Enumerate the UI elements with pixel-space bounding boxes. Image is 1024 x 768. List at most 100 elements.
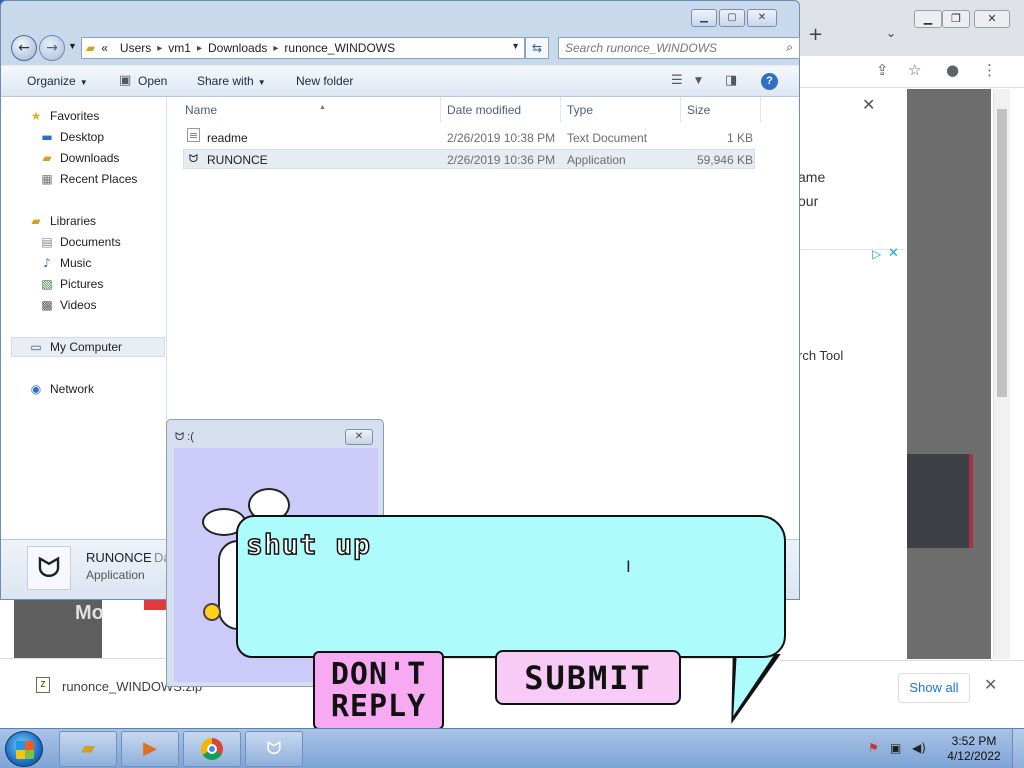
clock-time: 3:52 PM xyxy=(951,734,997,748)
close-button[interactable]: ✕ xyxy=(747,9,777,27)
nav-libraries[interactable]: Libraries xyxy=(50,212,96,230)
explorer-window: ▁ ▢ ✕ ← → ▼ ▰ « Users ▸ vm1 ▸ Downloads … xyxy=(0,0,800,600)
breadcrumb-vm1[interactable]: vm1 xyxy=(168,41,191,55)
chrome-titlebar: + ⌄ ▁ ❐ ✕ xyxy=(780,0,1024,60)
nav-favorites[interactable]: Favorites xyxy=(50,107,99,125)
taskbar-explorer[interactable]: ▰ xyxy=(59,731,117,767)
column-size[interactable]: Size xyxy=(681,97,761,123)
nav-documents[interactable]: Documents xyxy=(60,233,121,251)
nav-pictures[interactable]: Pictures xyxy=(60,275,103,293)
address-dropdown-icon[interactable]: ▼ xyxy=(511,41,520,51)
taskbar-runonce[interactable]: ᗢ xyxy=(245,731,303,767)
view-options-icon[interactable]: ☰ xyxy=(671,73,683,88)
recent-places-icon: ▦ xyxy=(41,172,53,186)
breadcrumb-overflow[interactable]: « xyxy=(101,41,108,55)
file-row-selected[interactable]: ᗢ RUNONCE 2/26/2019 10:36 PM Application… xyxy=(183,149,755,169)
libraries-icon: ▰ xyxy=(31,214,41,228)
text-file-icon: ≡ xyxy=(187,128,200,142)
breadcrumb-users[interactable]: Users xyxy=(120,41,151,55)
dont-reply-button[interactable]: DON'T REPLY xyxy=(313,651,444,730)
chrome-close-button[interactable]: ✕ xyxy=(974,10,1010,28)
bunny-app-icon: ᗢ xyxy=(27,546,71,590)
nav-music[interactable]: Music xyxy=(60,254,91,272)
reply-text-input[interactable] xyxy=(246,524,766,564)
bookmark-star-icon[interactable]: ☆ xyxy=(908,61,921,79)
yellow-dot-illustration xyxy=(203,603,221,621)
breadcrumb-separator[interactable]: ▸ xyxy=(197,43,202,54)
file-size: 59,946 KB xyxy=(696,153,753,167)
new-tab-button[interactable]: + xyxy=(808,24,823,45)
search-icon[interactable]: ⌕ xyxy=(786,40,793,55)
organize-button[interactable]: Organize ▼ xyxy=(27,74,88,88)
nav-recent-places[interactable]: Recent Places xyxy=(60,170,137,188)
scrollbar-thumb[interactable] xyxy=(997,109,1007,397)
popup-title: ᗢ:( xyxy=(175,430,194,444)
preview-pane-icon[interactable]: ◨ xyxy=(725,73,737,88)
action-center-icon[interactable]: ⚑ xyxy=(868,741,879,755)
chrome-minimize-button[interactable]: ▁ xyxy=(914,10,942,28)
back-arrow-icon[interactable]: ← xyxy=(11,35,37,61)
show-desktop-button[interactable] xyxy=(1012,729,1024,768)
minimize-button[interactable]: ▁ xyxy=(691,9,717,27)
download-bar: Show all ✕ xyxy=(780,660,1024,728)
ad-close-icon[interactable]: ✕ xyxy=(888,246,899,261)
file-row[interactable]: ≡ readme 2/26/2019 10:38 PM Text Documen… xyxy=(183,128,755,148)
chrome-window: + ⌄ ▁ ❐ ✕ ⇪ ☆ ● ⋮ ✕ ame our ▷ ✕ rch Tool… xyxy=(780,0,1024,728)
share-with-button[interactable]: Share with ▼ xyxy=(197,74,266,88)
breadcrumb-separator[interactable]: ▸ xyxy=(157,43,162,54)
address-bar[interactable]: ▰ « Users ▸ vm1 ▸ Downloads ▸ runonce_WI… xyxy=(81,37,525,59)
downloads-folder-icon: ▰ xyxy=(42,151,52,165)
breadcrumb-separator[interactable]: ▸ xyxy=(273,43,278,54)
chrome-restore-button[interactable]: ❐ xyxy=(942,10,970,28)
sort-arrow-icon: ▲ xyxy=(319,104,326,111)
popup-close-icon[interactable]: ✕ xyxy=(862,95,875,114)
windows-logo-icon xyxy=(16,741,34,759)
documents-icon: ▤ xyxy=(41,235,53,249)
navigation-pane: ★ Favorites ▬ Desktop ▰ Downloads ▦ Rece… xyxy=(1,97,167,539)
nav-videos[interactable]: Videos xyxy=(60,296,96,314)
network-tray-icon[interactable]: ▣ xyxy=(890,741,901,755)
profile-icon[interactable]: ● xyxy=(946,61,959,79)
column-type[interactable]: Type xyxy=(561,97,681,123)
taskbar-media-player[interactable]: ▶ xyxy=(121,731,179,767)
adchoices-icon[interactable]: ▷ xyxy=(872,247,881,261)
open-button[interactable]: Open xyxy=(138,74,167,88)
forward-arrow-icon[interactable]: → xyxy=(39,35,65,61)
popup-close-button[interactable]: ✕ xyxy=(345,429,373,445)
taskbar: ▰ ▶ ᗢ ⚑ ▣ ◀) 3:52 PM 4/12/2022 xyxy=(0,728,1024,768)
download-bar-close-icon[interactable]: ✕ xyxy=(984,675,997,694)
clock[interactable]: 3:52 PM 4/12/2022 xyxy=(944,734,1004,764)
column-date-modified[interactable]: Date modified xyxy=(441,97,561,123)
nav-my-computer[interactable]: My Computer xyxy=(50,338,122,356)
breadcrumb-current[interactable]: runonce_WINDOWS xyxy=(284,41,395,55)
view-chevron-down-icon[interactable]: ▼ xyxy=(695,76,702,86)
nav-downloads[interactable]: Downloads xyxy=(60,149,119,167)
show-all-button[interactable]: Show all xyxy=(898,673,970,703)
music-icon: ♪ xyxy=(43,256,51,270)
recent-pages-chevron-icon[interactable]: ▼ xyxy=(68,41,77,51)
details-type: Application xyxy=(86,568,145,582)
breadcrumb-downloads[interactable]: Downloads xyxy=(208,41,267,55)
red-page-button[interactable] xyxy=(144,600,166,610)
chrome-toolbar: ⇪ ☆ ● ⋮ xyxy=(780,56,1024,88)
file-name: readme xyxy=(207,131,248,145)
tab-search-icon[interactable]: ⌄ xyxy=(886,26,896,40)
maximize-button[interactable]: ▢ xyxy=(719,9,745,27)
nav-desktop[interactable]: Desktop xyxy=(60,128,104,146)
explorer-caption-buttons: ▁ ▢ ✕ xyxy=(691,9,777,27)
column-name[interactable]: Name ▲ xyxy=(179,97,441,123)
nav-network[interactable]: Network xyxy=(50,380,94,398)
menu-icon[interactable]: ⋮ xyxy=(982,61,997,79)
help-icon[interactable]: ? xyxy=(761,73,778,90)
start-button[interactable] xyxy=(5,731,43,767)
search-input[interactable]: Search runonce_WINDOWS ⌕ xyxy=(558,37,800,59)
new-folder-button[interactable]: New folder xyxy=(296,74,353,88)
share-icon[interactable]: ⇪ xyxy=(876,61,889,79)
volume-icon[interactable]: ◀) xyxy=(912,741,926,755)
refresh-icon[interactable]: ⇆ xyxy=(525,37,549,59)
submit-button[interactable]: SUBMIT xyxy=(495,650,681,705)
taskbar-chrome[interactable] xyxy=(183,731,241,767)
file-name: RUNONCE xyxy=(207,153,268,167)
chrome-scrollbar[interactable] xyxy=(993,89,1010,659)
page-text-fragment: Mo xyxy=(75,602,104,624)
